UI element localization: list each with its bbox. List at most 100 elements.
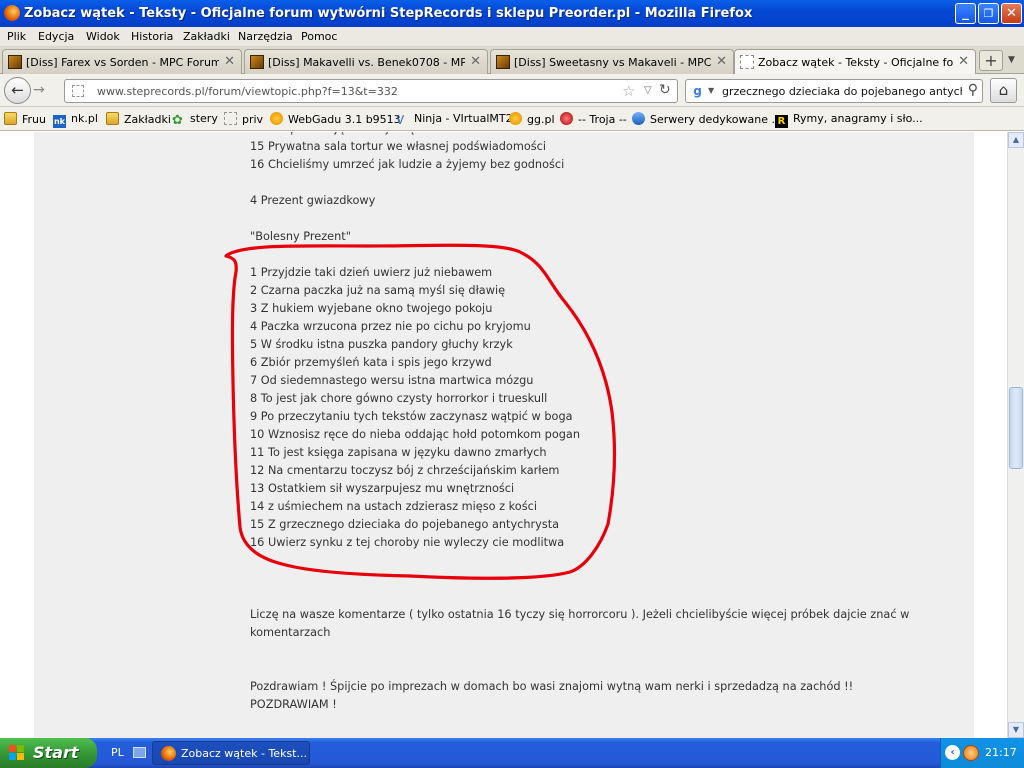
bookmark-gg[interactable]: gg.pl (509, 112, 555, 126)
tray-app-icon[interactable] (963, 745, 979, 761)
post-line: 3 Z hukiem wyjebane okno twojego pokoju (250, 302, 493, 315)
page-content: 14 Nie posiadają definicji więc dla nich… (0, 132, 1007, 738)
search-magnifier-icon[interactable]: ⚲ (968, 82, 978, 98)
bookmark-webgadu[interactable]: WebGadu 3.1 b9513 (270, 112, 401, 126)
tab-list-dropdown-icon[interactable]: ▼ (1008, 55, 1015, 65)
bookmark-ninja[interactable]: V Ninja - VIrtualMT2 (396, 112, 513, 127)
bookmark-label: Zakładki (124, 113, 171, 126)
bookmark-star-icon[interactable]: ☆ (622, 82, 635, 100)
tab-label: [Diss] Farex vs Sorden - MPC Forum - C..… (26, 56, 219, 69)
bookmark-troja[interactable]: -- Troja -- (560, 112, 627, 126)
folder-icon (106, 112, 119, 125)
bookmark-label: Fruu (22, 113, 46, 126)
search-input[interactable]: grzecznego dzieciaka do pojebanego antyc… (722, 85, 962, 98)
bookmark-priv[interactable]: priv (224, 112, 263, 126)
mpc-forum-icon (8, 55, 22, 69)
tab-makavelli-vs-benek[interactable]: [Diss] Makavelli vs. Benek0708 - MPC F..… (244, 49, 488, 74)
ninja-icon: V (396, 113, 405, 127)
tab-farex-vs-sorden[interactable]: [Diss] Farex vs Sorden - MPC Forum - C..… (2, 49, 242, 74)
new-tab-button[interactable]: + (979, 50, 1003, 71)
taskbar-item-firefox[interactable]: Zobacz wątek - Tekst... (152, 741, 310, 765)
tab-label: [Diss] Sweetasny vs Makaveli - MPC For..… (514, 56, 711, 69)
firefox-window: Zobacz wątek - Teksty - Oficjalne forum … (0, 0, 1024, 738)
bookmark-zakladki[interactable]: Zakładki (106, 112, 171, 126)
tab-sweetasny-vs-makaveli[interactable]: [Diss] Sweetasny vs Makaveli - MPC For..… (490, 49, 734, 74)
troja-icon (560, 112, 573, 125)
post-line: Liczę na wasze komentarze ( tylko ostatn… (250, 608, 910, 621)
vertical-scrollbar[interactable]: ▲ ▼ (1007, 132, 1024, 738)
minimize-button[interactable]: _ (955, 3, 976, 24)
windows-taskbar: Start PL Zobacz wątek - Tekst... ‹ 21:17 (0, 738, 1024, 768)
menu-item-zakladki[interactable]: Zakładki (183, 30, 230, 43)
reload-icon[interactable]: ↻ (659, 82, 671, 98)
gadu-sun-icon (509, 112, 522, 125)
firefox-icon (4, 5, 20, 21)
back-arrow-icon[interactable]: ← (4, 77, 31, 104)
google-search-engine-icon[interactable]: g (690, 84, 705, 99)
bookmark-fruu[interactable]: Fruu (4, 112, 46, 126)
bookmarks-toolbar: Fruu nk nk.pl Zakładki ✿ stery priv WebGad… (0, 107, 1024, 131)
windows-flag-icon (9, 745, 25, 761)
tab-close-icon[interactable]: ✕ (224, 54, 235, 69)
close-button[interactable]: ✕ (1001, 3, 1022, 24)
post-line: 6 Zbiór przemyśleń kata i spis jego krzy… (250, 356, 492, 369)
mpc-forum-icon (250, 55, 264, 69)
search-bar[interactable]: g ▼ grzecznego dzieciaka do pojebanego a… (685, 79, 983, 103)
scroll-up-arrow-icon[interactable]: ▲ (1008, 132, 1024, 148)
server-icon (632, 112, 645, 125)
tab-bar: [Diss] Farex vs Sorden - MPC Forum - C..… (0, 47, 1024, 75)
post-line: 11 To jest księga zapisana w języku dawn… (250, 446, 547, 459)
bookmark-serwery[interactable]: Serwery dedykowane ... (632, 112, 782, 126)
window-title: Zobacz wątek - Teksty - Oficjalne forum … (24, 6, 753, 21)
post-line: 15 Z grzecznego dzieciaka do pojebanego … (250, 518, 560, 531)
menu-item-narzedzia[interactable]: Narzędzia (238, 30, 293, 43)
post-line: 14 Nie posiadają definicji więc dla nich… (250, 132, 553, 135)
post-line: 13 Ostatkiem sił wyszarpujesz mu wnętrzn… (250, 482, 515, 495)
tab-close-icon[interactable]: ✕ (470, 54, 481, 69)
bookmark-nk[interactable]: nk nk.pl (53, 112, 98, 128)
menu-item-pomoc[interactable]: Pomoc (301, 30, 337, 43)
start-button[interactable]: Start (0, 738, 97, 768)
bookmark-label: WebGadu 3.1 b9513 (288, 113, 401, 126)
url-bar[interactable]: www.steprecords.pl/forum/viewtopic.php?f… (64, 79, 678, 103)
post-line: POZDRAWIAM ! (250, 698, 337, 711)
menu-item-edycja[interactable]: Edycja (38, 30, 74, 43)
post-line: 4 Prezent gwiazdkowy (250, 194, 376, 207)
scroll-down-arrow-icon[interactable]: ▼ (1008, 722, 1024, 738)
tab-zobacz-watek[interactable]: Zobacz wątek - Teksty - Oficjalne forum.… (734, 49, 976, 75)
post-line: 10 Wznosisz ręce do nieba oddając hołd p… (250, 428, 581, 441)
forum-post: 14 Nie posiadają definicji więc dla nich… (34, 132, 974, 738)
post-line: 5 W środku istna puszka pandory głuchy k… (250, 338, 513, 351)
language-indicator[interactable]: PL (111, 746, 124, 759)
site-identity-icon[interactable] (72, 85, 84, 97)
scrollbar-thumb[interactable] (1009, 387, 1023, 469)
maximize-button[interactable]: ❐ (978, 3, 999, 24)
url-text[interactable]: www.steprecords.pl/forum/viewtopic.php?f… (97, 85, 398, 98)
post-line: 14 z uśmiechem na ustach zdzierasz mięso… (250, 500, 537, 513)
nk-icon: nk (53, 115, 66, 128)
keyboard-icon[interactable] (133, 747, 146, 758)
google-icon: ✿ (172, 113, 183, 128)
menu-bar: Plik Edycja Widok Historia Zakładki Narz… (0, 27, 1024, 47)
menu-item-historia[interactable]: Historia (131, 30, 173, 43)
gadu-sun-icon (270, 112, 283, 125)
bookmark-label: stery (190, 112, 218, 125)
tab-label: Zobacz wątek - Teksty - Oficjalne forum.… (758, 56, 953, 69)
tab-close-icon[interactable]: ✕ (958, 54, 969, 69)
tray-expand-arrow-icon[interactable]: ‹ (945, 745, 960, 760)
menu-item-widok[interactable]: Widok (86, 30, 120, 43)
tab-close-icon[interactable]: ✕ (716, 54, 727, 69)
bookmark-stery[interactable]: ✿ stery (172, 112, 218, 127)
url-history-dropdown-icon[interactable]: ▽ (644, 85, 652, 96)
folder-icon (4, 112, 17, 125)
post-line: 2 Czarna paczka już na samą myśl się dła… (250, 284, 506, 297)
start-label: Start (33, 743, 79, 762)
bookmark-label: nk.pl (71, 112, 98, 125)
menu-item-plik[interactable]: Plik (7, 30, 26, 43)
bookmark-label: priv (242, 113, 264, 126)
forward-arrow-icon[interactable]: → (33, 82, 45, 98)
bookmark-label: Ninja - VIrtualMT2 (414, 112, 513, 125)
bookmark-rymy[interactable]: R Rymy, anagramy i sło... (775, 112, 923, 128)
home-icon[interactable]: ⌂ (990, 78, 1017, 103)
search-engine-dropdown-icon[interactable]: ▼ (708, 86, 714, 95)
